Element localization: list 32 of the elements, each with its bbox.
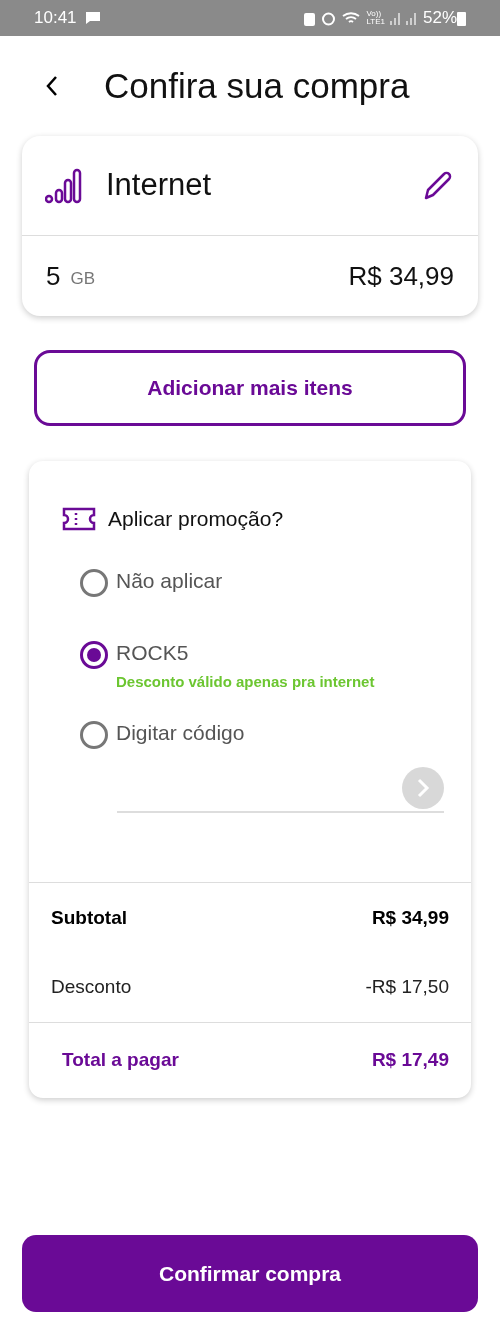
item-quantity: 5 <box>46 259 61 293</box>
status-time: 10:41 <box>34 7 77 30</box>
option-note: Desconto válido apenas pra internet <box>116 671 375 692</box>
confirm-button[interactable]: Confirmar compra <box>22 1235 478 1312</box>
battery-icon <box>457 10 466 26</box>
battery-percent: 52% <box>422 7 457 30</box>
volte-label: Vo)) <box>366 10 382 18</box>
item-price: R$ 34,99 <box>348 259 454 293</box>
radio-button[interactable] <box>80 640 108 669</box>
signal-icon <box>388 11 419 25</box>
summary-label: Total a pagar <box>62 1048 179 1073</box>
summary-value: R$ 34,99 <box>371 905 449 930</box>
option-label: Não aplicar <box>116 567 223 594</box>
chevron-right-icon <box>416 778 430 798</box>
summary-label: Desconto <box>51 975 132 1000</box>
radio-button[interactable] <box>80 568 108 597</box>
option-label: ROCK5 <box>116 639 190 666</box>
summary-value: -R$ 17,50 <box>365 975 449 1000</box>
promo-title: Aplicar promoção? <box>108 506 284 532</box>
summary-value: R$ 17,49 <box>371 1048 449 1073</box>
code-input[interactable] <box>117 765 444 813</box>
radio-button[interactable] <box>80 721 108 749</box>
item-name: Internet <box>106 166 213 205</box>
option-label: Digitar código <box>116 720 245 746</box>
lte-label: LTE1 <box>366 18 385 26</box>
message-icon <box>84 11 101 25</box>
ticket-icon <box>62 506 96 531</box>
signal-bars-icon <box>45 167 83 204</box>
summary-label: Subtotal <box>51 905 127 930</box>
item-unit: GB <box>70 268 96 291</box>
page-title: Confira sua compra <box>104 64 410 107</box>
add-items-button[interactable]: Adicionar mais itens <box>34 350 466 426</box>
